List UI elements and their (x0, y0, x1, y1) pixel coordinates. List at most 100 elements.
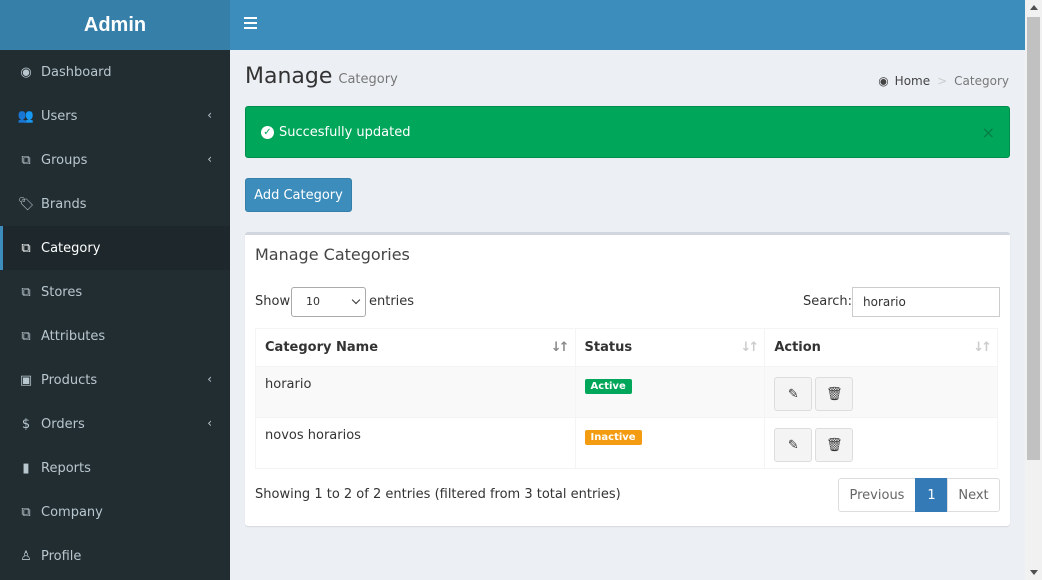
chevron-left-icon: ‹ (207, 416, 212, 430)
column-header-category-name[interactable]: Category Name ↓↑ (255, 328, 576, 367)
bar-chart-icon: ▮ (22, 460, 30, 476)
column-header-label: Action (774, 340, 821, 355)
user-icon: ♙ (20, 548, 32, 564)
action-cell: ✎ 🗑 (764, 366, 998, 418)
show-label: Show (255, 294, 291, 309)
delete-button[interactable]: 🗑 (815, 428, 854, 462)
table-header-row: Category Name ↓↑ Status ↓↑ Action ↓↑ (255, 328, 998, 367)
sidebar-item-label: Category (41, 240, 101, 256)
pencil-icon: ✎ (787, 386, 799, 402)
scroll-down-arrow-icon[interactable] (1030, 570, 1038, 575)
close-icon[interactable]: × (982, 123, 995, 142)
categories-table: Category Name ↓↑ Status ↓↑ Action ↓↑ horari… (255, 328, 998, 469)
column-header-status[interactable]: Status ↓↑ (574, 328, 766, 367)
sort-asc-icon: ↓↑ (550, 340, 570, 355)
scrollbar-thumb[interactable] (1027, 17, 1040, 460)
box-title: Manage Categories (255, 245, 410, 264)
page-header: Manage Category (245, 64, 398, 89)
action-cell: ✎ 🗑 (764, 417, 998, 469)
categories-box: Manage Categories Show 10 entries Search… (245, 232, 1010, 526)
category-name-cell: horario (255, 366, 576, 418)
delete-button[interactable]: 🗑 (815, 377, 854, 411)
category-name: novos horarios (265, 428, 361, 443)
dashboard-icon: ◉ (20, 64, 32, 80)
category-icon: ⧉ (21, 240, 31, 256)
sidebar: ◉ Dashboard 👥 Users ‹ ⧉ Groups ‹ 🏷 Brands ⧉ Categor… (0, 50, 230, 580)
sidebar-item-stores[interactable]: ⧉ Stores (0, 270, 230, 314)
alert-message: Succesfully updated (279, 124, 411, 140)
sidebar-item-orders[interactable]: $ Orders ‹ (0, 402, 230, 446)
sort-icon: ↓↑ (973, 340, 992, 355)
sidebar-item-label: Products (41, 372, 98, 388)
column-header-label: Category Name (265, 340, 379, 355)
trash-icon: 🗑 (826, 437, 843, 453)
sidebar-item-category[interactable]: ⧉ Category (0, 226, 230, 270)
sidebar-item-profile[interactable]: ♙ Profile (0, 534, 230, 578)
entries-length-select[interactable]: 10 (291, 287, 366, 317)
users-icon: 👥 (17, 108, 35, 124)
sidebar-item-dashboard[interactable]: ◉ Dashboard (0, 50, 230, 94)
groups-icon: ⧉ (21, 152, 31, 168)
entries-label: entries (369, 294, 415, 309)
page-number-button[interactable]: 1 (915, 478, 948, 512)
edit-button[interactable]: ✎ (774, 377, 813, 411)
breadcrumb-home-link[interactable]: Home (895, 74, 930, 88)
cube-icon: ▣ (19, 372, 33, 388)
company-icon: ⧉ (21, 504, 31, 520)
entries-length-value: 10 (306, 295, 320, 308)
page-title: Manage (245, 64, 333, 89)
top-navbar (230, 0, 1025, 50)
sidebar-item-label: Users (41, 108, 78, 124)
sidebar-item-label: Brands (41, 196, 87, 212)
search-input[interactable] (852, 287, 1000, 317)
hamburger-menu-icon[interactable] (244, 17, 258, 31)
tags-icon: 🏷 (17, 196, 35, 212)
edit-button[interactable]: ✎ (774, 428, 813, 462)
table-row: novos horarios Inactive ✎ 🗑 (255, 417, 998, 469)
status-badge: Active (584, 379, 632, 394)
sidebar-item-label: Reports (41, 460, 91, 476)
sidebar-item-attributes[interactable]: ⧉ Attributes (0, 314, 230, 358)
trash-icon: 🗑 (826, 386, 843, 402)
chevron-left-icon: ‹ (207, 108, 212, 122)
sort-icon: ↓↑ (740, 340, 760, 355)
sidebar-item-products[interactable]: ▣ Products ‹ (0, 358, 230, 402)
chevron-down-icon (351, 295, 361, 305)
sidebar-item-groups[interactable]: ⧉ Groups ‹ (0, 138, 230, 182)
sidebar-item-users[interactable]: 👥 Users ‹ (0, 94, 230, 138)
success-alert: ✓ Succesfully updated × (245, 106, 1010, 158)
column-header-action[interactable]: Action ↓↑ (764, 328, 998, 367)
pagination: Previous 1 Next (838, 478, 1000, 512)
app-logo[interactable]: Admin (0, 0, 230, 50)
status-cell: Active (574, 366, 766, 418)
chevron-left-icon: ‹ (207, 372, 212, 386)
sidebar-item-label: Groups (41, 152, 88, 168)
pencil-icon: ✎ (787, 437, 799, 453)
sidebar-item-label: Stores (41, 284, 83, 300)
category-name-cell: novos horarios (255, 417, 576, 469)
category-name: horario (265, 377, 312, 392)
table-row: horario Active ✎ 🗑 (255, 366, 998, 418)
sidebar-item-label: Company (41, 504, 103, 520)
attributes-icon: ⧉ (21, 328, 31, 344)
breadcrumb-current: Category (954, 74, 1009, 88)
add-category-button[interactable]: Add Category (245, 178, 352, 212)
page-scrollbar[interactable] (1025, 0, 1042, 580)
sidebar-item-label: Profile (41, 548, 82, 564)
breadcrumb: ◉ Home > Category (878, 74, 1009, 88)
dollar-icon: $ (21, 416, 31, 432)
column-header-label: Status (584, 340, 633, 355)
next-page-button[interactable]: Next (947, 478, 1000, 512)
sidebar-item-label: Orders (41, 416, 85, 432)
chevron-left-icon: ‹ (207, 152, 212, 166)
previous-page-button[interactable]: Previous (838, 478, 916, 512)
sidebar-item-company[interactable]: ⧉ Company (0, 490, 230, 534)
page-subtitle: Category (338, 72, 398, 87)
search-label: Search: (803, 294, 853, 309)
sidebar-item-reports[interactable]: ▮ Reports (0, 446, 230, 490)
breadcrumb-separator: > (937, 74, 948, 88)
scroll-up-arrow-icon[interactable] (1030, 5, 1038, 10)
dashboard-icon: ◉ (878, 74, 889, 88)
sidebar-item-brands[interactable]: 🏷 Brands (0, 182, 230, 226)
sidebar-item-label: Attributes (41, 328, 106, 344)
